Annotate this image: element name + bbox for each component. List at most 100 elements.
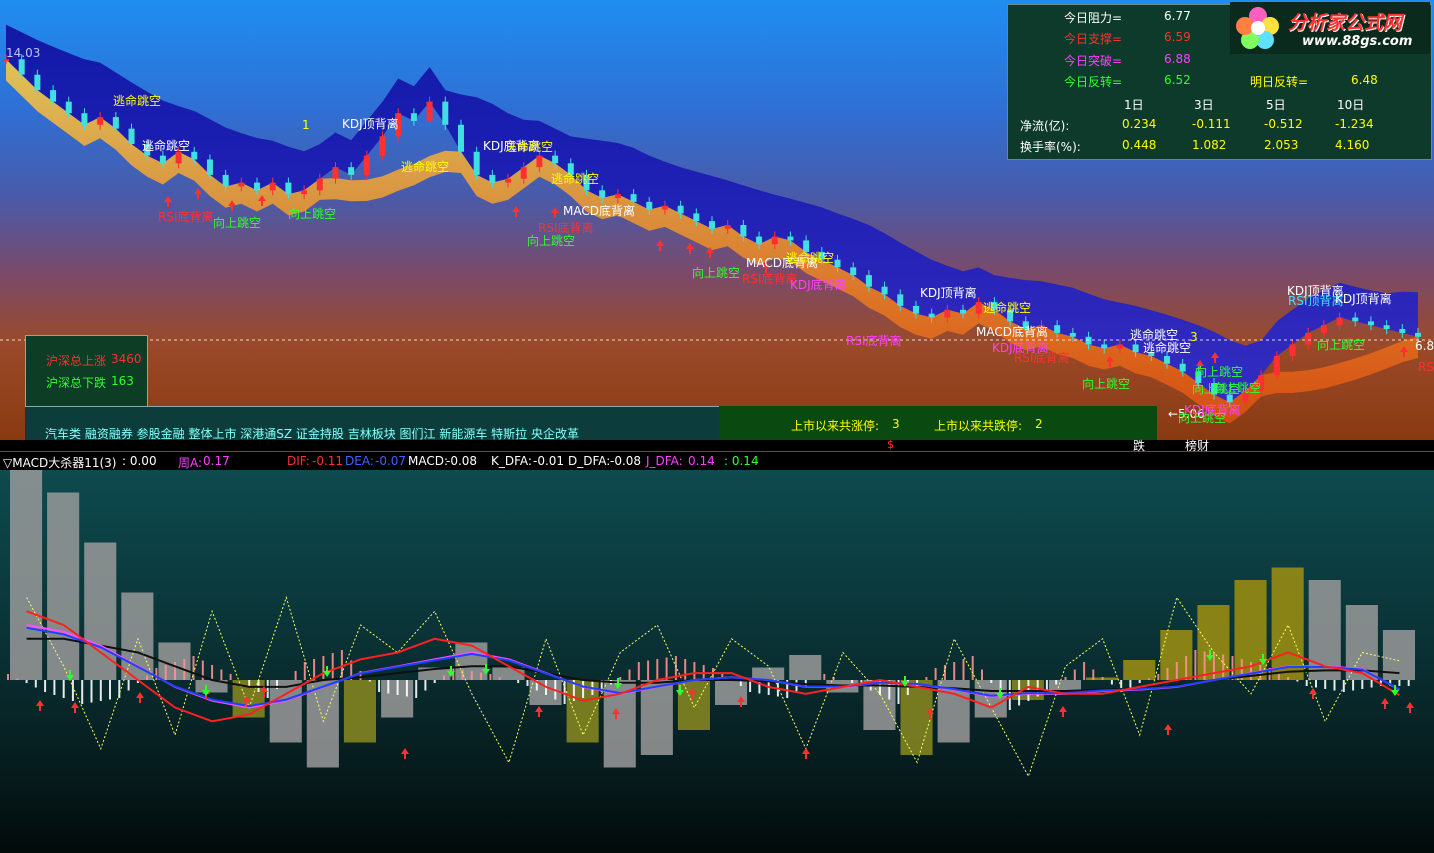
chart-annotation: 逃命跳空 bbox=[113, 94, 162, 108]
net-flow-3d: -0.111 bbox=[1192, 117, 1231, 131]
chart-annotation: 1 bbox=[302, 118, 310, 132]
weekly-histogram-bar bbox=[343, 680, 376, 743]
candle-body bbox=[18, 59, 25, 75]
chart-annotation: 向上跳空 bbox=[1082, 377, 1131, 391]
candle-body bbox=[1305, 332, 1312, 345]
candle-body bbox=[1273, 356, 1280, 376]
candle-body bbox=[960, 309, 967, 314]
candle-body bbox=[489, 174, 496, 183]
macd-panel[interactable] bbox=[0, 470, 1434, 853]
chart-annotation: MACD底背离 bbox=[563, 204, 635, 218]
weekly-histogram-bar bbox=[492, 667, 525, 680]
weekly-histogram-bar bbox=[47, 492, 80, 680]
turnover-1d: 0.448 bbox=[1122, 138, 1157, 152]
candle-body bbox=[724, 225, 731, 229]
candle-body bbox=[1085, 336, 1092, 345]
kdfa-value: -0.01 bbox=[533, 454, 565, 468]
chart-annotation: 3 bbox=[1190, 330, 1198, 344]
candle-body bbox=[834, 259, 841, 268]
net-flow-1d: 0.234 bbox=[1122, 117, 1157, 131]
market-up-label: 沪深总上涨 bbox=[46, 354, 107, 368]
dea-label: DEA: bbox=[345, 454, 374, 468]
event-mark-dollar: $ bbox=[887, 438, 894, 451]
candle-body bbox=[332, 167, 339, 179]
weekly-histogram-bar bbox=[269, 680, 302, 743]
jdfa-label: J_DFA: bbox=[646, 454, 683, 468]
candle-body bbox=[379, 136, 386, 156]
candle-body bbox=[1179, 363, 1186, 372]
site-logo: 分析家公式网 www.88gs.com bbox=[1230, 2, 1430, 54]
buy-arrow-icon bbox=[1164, 724, 1172, 735]
candle-body bbox=[191, 151, 198, 160]
buy-arrow-icon bbox=[802, 748, 810, 759]
candle-body bbox=[975, 302, 982, 314]
candle-body bbox=[912, 305, 919, 314]
buy-arrow-icon bbox=[1406, 702, 1414, 713]
dea-weekly-line bbox=[26, 624, 1400, 709]
info-row-label-2: 今日突破= bbox=[1064, 54, 1123, 68]
limit-up-value: 3 bbox=[892, 417, 900, 431]
candle-body bbox=[238, 182, 245, 187]
chart-annotation: 向上跳空 bbox=[1317, 338, 1366, 352]
weekly-histogram-bar bbox=[10, 470, 43, 680]
chart-annotation: 向上跳空 bbox=[1213, 381, 1262, 395]
current-price-label: 6.8 bbox=[1415, 339, 1434, 353]
up-arrow-icon bbox=[512, 206, 520, 217]
macd-canvas[interactable] bbox=[0, 470, 1434, 853]
candle-body bbox=[363, 155, 370, 175]
info-row-value-0: 6.77 bbox=[1164, 9, 1191, 23]
candle-body bbox=[1101, 344, 1108, 349]
candle-body bbox=[206, 159, 213, 175]
logo-text: 分析家公式网 bbox=[1288, 12, 1403, 34]
price-chart-area[interactable]: 14.03 ←5.06 6.8 RS 逃命跳空 逃命跳空 RSI底背离 向上跳空 向上跳… bbox=[0, 0, 1434, 440]
buy-arrow-icon bbox=[136, 692, 144, 703]
candle-body bbox=[348, 167, 355, 175]
indicator-v0: : 0.00 bbox=[122, 454, 157, 468]
chart-annotation: 向上跳空 bbox=[527, 234, 576, 248]
candle-body bbox=[677, 205, 684, 214]
weekly-histogram-bar bbox=[900, 680, 933, 755]
chart-annotation: RSI底背离 bbox=[1014, 351, 1070, 365]
candle-body bbox=[81, 113, 88, 125]
candle-body bbox=[301, 190, 308, 195]
chart-annotation: 向上跳空 bbox=[692, 266, 741, 280]
candle-body bbox=[897, 294, 904, 306]
candle-body bbox=[410, 113, 417, 121]
market-down-value: 163 bbox=[111, 374, 134, 388]
up-arrow-icon bbox=[164, 196, 172, 207]
weekly-histogram-bar bbox=[752, 667, 785, 680]
candle-body bbox=[646, 201, 653, 210]
candle-body bbox=[1163, 356, 1170, 364]
candle-body bbox=[34, 74, 41, 91]
chart-annotation: 逃命跳空 bbox=[1143, 341, 1192, 355]
candle-body bbox=[159, 155, 166, 164]
tomorrow-reversal-label: 明日反转= bbox=[1250, 75, 1309, 89]
candle-body bbox=[505, 178, 512, 183]
candle-body bbox=[457, 124, 464, 152]
turnover-10d: 4.160 bbox=[1335, 138, 1370, 152]
net-flow-5d: -0.512 bbox=[1264, 117, 1303, 131]
candle-body bbox=[536, 155, 543, 168]
weekly-histogram-bar bbox=[1048, 680, 1081, 690]
chart-annotation: 逃命跳空 bbox=[142, 139, 191, 153]
candle-body bbox=[316, 178, 323, 191]
macd-value: -0.08 bbox=[446, 454, 478, 468]
candle-body bbox=[1415, 332, 1421, 337]
buy-arrow-icon bbox=[1381, 698, 1389, 709]
limit-stats-box: 上市以来共涨停: 3 上市以来共跌停: 2 bbox=[719, 406, 1157, 440]
info-row-label-0: 今日阻力= bbox=[1064, 11, 1123, 25]
candle-body bbox=[599, 190, 606, 199]
chart-annotation: RSI底背离 bbox=[158, 210, 214, 224]
indicator-info-line: ▽MACD大杀器11(3) : 0.00 周A: 0.17 DIF: -0.11… bbox=[0, 452, 1434, 470]
indicator-name[interactable]: ▽MACD大杀器11(3) bbox=[3, 454, 116, 471]
info-row-value-1: 6.59 bbox=[1164, 30, 1191, 44]
candle-body bbox=[944, 309, 951, 318]
header-1d: 1日 bbox=[1124, 98, 1144, 112]
chart-annotation: KDJ底背离 bbox=[790, 278, 847, 292]
weekly-histogram-bar bbox=[1271, 567, 1304, 680]
top-price-label: 14.03 bbox=[6, 46, 41, 60]
up-arrow-icon bbox=[656, 240, 664, 251]
candle-body bbox=[442, 101, 449, 125]
candle-body bbox=[1336, 317, 1343, 326]
candle-body bbox=[614, 194, 621, 199]
